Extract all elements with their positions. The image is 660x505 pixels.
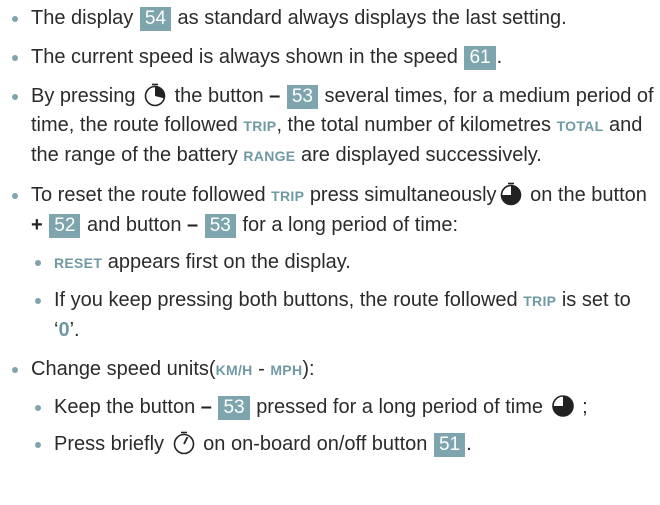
text: By pressing <box>31 85 136 107</box>
ref-badge-51: 51 <box>433 433 466 457</box>
keyword-total: TOTAL <box>556 118 604 134</box>
text: as standard always displays the last set… <box>177 7 567 29</box>
text: . <box>466 433 472 455</box>
ref-badge-53: 53 <box>204 214 236 238</box>
stopwatch-long-press-icon <box>551 394 575 418</box>
text: the button <box>174 85 264 107</box>
list-item-cycle-display: By pressing the button – 53 several time… <box>8 82 660 171</box>
text: , the total number of kilometres <box>276 114 552 136</box>
keyword-trip: TRIP <box>271 188 305 204</box>
minus-sign: – <box>200 396 212 418</box>
plus-sign: + <box>31 214 43 236</box>
sub-item-trip-zero: If you keep pressing both buttons, the r… <box>31 286 660 345</box>
keyword-range: RANGE <box>243 148 296 164</box>
ref-badge-61: 61 <box>464 46 496 70</box>
stopwatch-brief-press-icon <box>172 431 196 455</box>
keyword-reset: RESET <box>54 255 103 271</box>
text: To reset the route followed <box>31 184 266 206</box>
stopwatch-long-press-icon <box>499 182 523 206</box>
text: on the button <box>530 184 647 206</box>
text: Press briefly <box>54 433 165 455</box>
text: ): <box>302 358 315 380</box>
sub-item-keep-pressed: Keep the button – 53 pressed for a long … <box>31 393 660 422</box>
list-item-display-setting: The display 54 as standard always displa… <box>8 4 660 33</box>
keyword-trip: TRIP <box>243 118 277 134</box>
text: ; <box>582 396 588 418</box>
units-sub-list: Keep the button – 53 pressed for a long … <box>31 393 660 459</box>
text: The current speed is always shown in the… <box>31 46 458 68</box>
text: on on-board on/off button <box>203 433 428 455</box>
text: for a long period of time: <box>242 214 459 236</box>
ref-badge-52: 52 <box>49 214 81 238</box>
text: If you keep pressing both buttons, the r… <box>54 289 518 311</box>
ref-badge-53: 53 <box>286 85 318 109</box>
text: and button <box>86 214 182 236</box>
text: are displayed successively. <box>301 144 542 166</box>
text: - <box>252 358 271 380</box>
ref-badge-54: 54 <box>139 7 171 31</box>
text: appears first on the display. <box>107 251 351 273</box>
text: press simultaneously <box>309 184 497 206</box>
text: Change speed units( <box>31 358 216 380</box>
text: The display <box>31 7 134 29</box>
ref-badge-53: 53 <box>218 396 250 420</box>
text: . <box>496 46 503 68</box>
keyword-kmh: KM/H <box>215 362 253 378</box>
reset-sub-list: RESET appears first on the display. If y… <box>31 248 660 345</box>
text: ’. <box>69 319 80 341</box>
text: pressed for a long period of time <box>256 396 544 418</box>
list-item-reset-trip: To reset the route followed TRIP press s… <box>8 181 660 345</box>
sub-item-press-briefly: Press briefly on on-board on/off button … <box>31 430 660 459</box>
list-item-current-speed: The current speed is always shown in the… <box>8 43 660 72</box>
instruction-page: The display 54 as standard always displa… <box>0 0 660 505</box>
instruction-list: The display 54 as standard always displa… <box>8 4 660 459</box>
stopwatch-short-press-icon <box>143 83 167 107</box>
keyword-mph: MPH <box>270 362 303 378</box>
text: Keep the button <box>54 396 196 418</box>
keyword-trip: TRIP <box>523 293 557 309</box>
list-item-change-units: Change speed units(KM/H - MPH): Keep the… <box>8 355 660 459</box>
minus-sign: – <box>269 85 281 107</box>
zero-value: 0 <box>58 319 70 341</box>
sub-item-reset-appears: RESET appears first on the display. <box>31 248 660 278</box>
minus-sign: – <box>187 214 199 236</box>
